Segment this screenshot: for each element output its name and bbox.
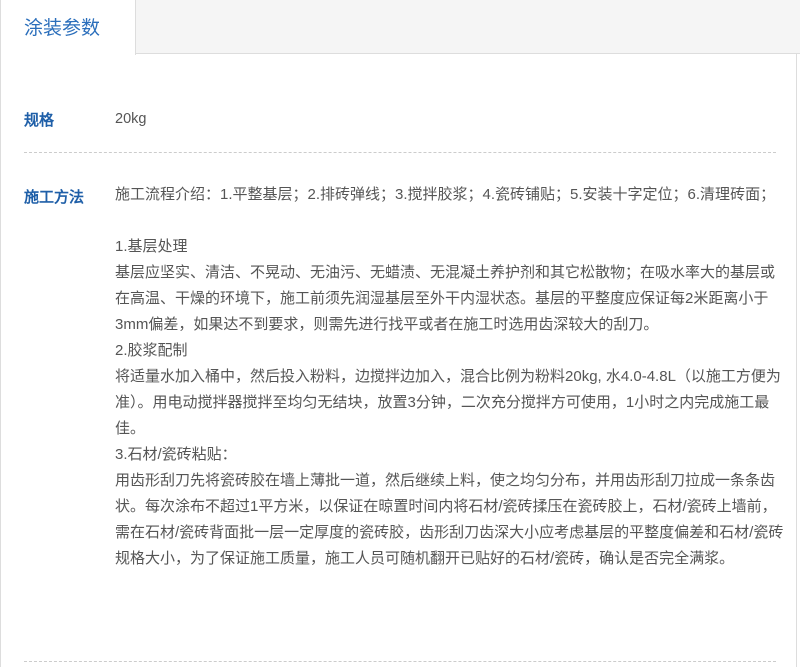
method-content: 施工流程介绍：1.平整基层；2.排砖弹线；3.搅拌胶浆；4.瓷砖铺贴；5.安装十…: [115, 182, 785, 572]
divider: [24, 152, 776, 153]
section-title: 2.胶浆配制: [115, 342, 188, 359]
section-title: 1.基层处理: [115, 238, 188, 255]
divider: [24, 661, 776, 662]
tab-bar: 涂装参数: [0, 0, 800, 55]
section-body: 将适量水加入桶中，然后投入粉料，边搅拌边加入，混合比例为粉料20kg, 水4.0…: [115, 368, 781, 437]
tab-coating-parameters[interactable]: 涂装参数: [0, 0, 136, 55]
method-intro: 施工流程介绍：1.平整基层；2.排砖弹线；3.搅拌胶浆；4.瓷砖铺贴；5.安装十…: [115, 186, 776, 203]
section-body: 用齿形刮刀先将瓷砖胶在墙上薄批一道，然后继续上料，使之均匀分布，并用齿形刮刀拉成…: [115, 472, 784, 567]
spec-label: 规格: [24, 112, 55, 129]
spec-value: 20kg: [115, 111, 147, 127]
method-label: 施工方法: [24, 189, 85, 206]
section-body: 基层应坚实、清洁、不晃动、无油污、无蜡渍、无混凝土养护剂和其它松散物；在吸水率大…: [115, 264, 776, 333]
section-title: 3.石材/瓷砖粘贴：: [115, 446, 237, 463]
